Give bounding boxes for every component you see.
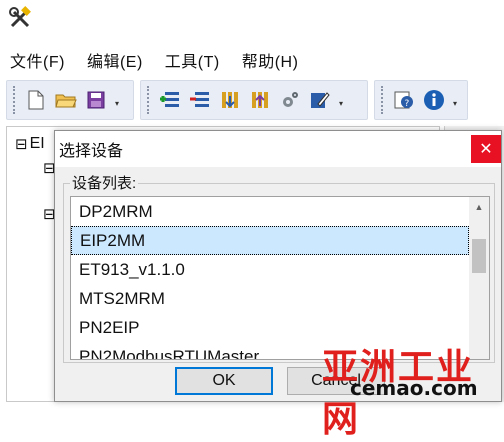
toolbar-grip[interactable]: [381, 86, 384, 114]
list-item-selected[interactable]: EIP2MM: [71, 226, 469, 255]
dialog-title-bar[interactable]: 选择设备 ✕: [55, 131, 501, 167]
toolbar-grip[interactable]: [147, 86, 150, 114]
close-button[interactable]: ✕: [471, 135, 501, 163]
open-folder-icon[interactable]: [52, 86, 80, 114]
help-icon[interactable]: ?: [390, 86, 418, 114]
settings-gear-icon[interactable]: [276, 86, 304, 114]
add-device-icon[interactable]: [156, 86, 184, 114]
list-item[interactable]: ET913_v1.1.0: [71, 255, 469, 284]
list-scrollbar[interactable]: ▲: [469, 197, 489, 359]
device-listbox[interactable]: DP2MRM EIP2MM ET913_v1.1.0 MTS2MRM PN2EI…: [70, 196, 490, 360]
app-tools-icon: [8, 6, 34, 30]
toolbar-dropdown-arrow[interactable]: ▾: [336, 86, 346, 114]
upload-icon[interactable]: [246, 86, 274, 114]
menu-bar: 文件(F) 编辑(E) 工具(T) 帮助(H): [0, 44, 504, 76]
device-list-group: 设备列表: DP2MRM EIP2MM ET913_v1.1.0 MTS2MRM…: [63, 172, 495, 363]
watermark-url-text: cemao.com: [350, 376, 478, 400]
toolbar-dropdown-arrow[interactable]: ▾: [112, 86, 122, 114]
toolbar-file: ▾: [6, 80, 134, 120]
info-icon[interactable]: [420, 86, 448, 114]
edit-icon[interactable]: [306, 86, 334, 114]
list-item[interactable]: DP2MRM: [71, 197, 469, 226]
save-icon[interactable]: [82, 86, 110, 114]
toolbar-grip[interactable]: [13, 86, 16, 114]
tree-root-node[interactable]: ⊟ EI: [15, 135, 45, 153]
scroll-thumb[interactable]: [472, 239, 486, 273]
list-item[interactable]: MTS2MRM: [71, 284, 469, 313]
svg-text:?: ?: [405, 99, 410, 109]
remove-device-icon[interactable]: [186, 86, 214, 114]
device-list-items: DP2MRM EIP2MM ET913_v1.1.0 MTS2MRM PN2EI…: [71, 197, 469, 359]
dialog-title: 选择设备: [59, 143, 124, 160]
menu-edit[interactable]: 编辑(E): [87, 48, 143, 72]
ok-button[interactable]: OK: [175, 367, 273, 395]
menu-help[interactable]: 帮助(H): [242, 48, 299, 72]
download-icon[interactable]: [216, 86, 244, 114]
device-list-label: 设备列表:: [70, 172, 139, 193]
close-icon: ✕: [479, 141, 493, 158]
scroll-up-arrow-icon[interactable]: ▲: [469, 197, 489, 217]
menu-tools[interactable]: 工具(T): [165, 48, 220, 72]
toolbar-help: ? ▾: [374, 80, 468, 120]
menu-file[interactable]: 文件(F): [10, 48, 65, 72]
tree-expander-icon[interactable]: ⊟: [15, 135, 28, 153]
toolbar-row: ▾ ▾ ? ▾: [0, 80, 504, 120]
toolbar-dropdown-arrow[interactable]: ▾: [450, 86, 460, 114]
toolbar-device: ▾: [140, 80, 368, 120]
new-file-icon[interactable]: [22, 86, 50, 114]
watermark-logo: 亚洲工业网 cemao.com: [322, 338, 504, 440]
tree-root-label: EI: [29, 135, 45, 152]
